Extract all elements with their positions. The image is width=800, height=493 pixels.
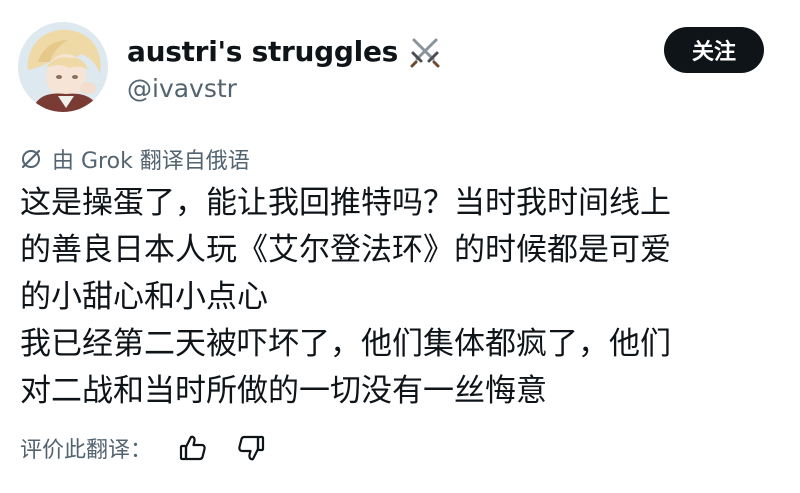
translation-note-text: 由 Grok 翻译自俄语	[52, 149, 250, 174]
translation-note: 由 Grok 翻译自俄语	[20, 143, 250, 175]
avatar-image	[18, 22, 108, 112]
tweet-line: 的善良日本人玩《艾尔登法环》的时候都是可爱	[20, 232, 671, 268]
thumbs-down-icon[interactable]	[236, 433, 266, 463]
grok-icon	[20, 148, 42, 170]
tweet-line: 我已经第二天被吓坏了，他们集体都疯了，他们	[20, 326, 671, 362]
author-name-row[interactable]: austri's struggles	[127, 30, 442, 72]
tweet-line: 的小甜心和小点心	[20, 279, 268, 315]
rating-label: 评价此翻译：	[20, 438, 153, 463]
tweet-text: 这是操蛋了，能让我回推特吗？当时我时间线上 的善良日本人玩《艾尔登法环》的时候都…	[20, 180, 790, 415]
tweet-line: 这是操蛋了，能让我回推特吗？当时我时间线上	[20, 185, 671, 221]
avatar[interactable]	[18, 22, 108, 112]
crossed-swords-icon	[408, 34, 442, 68]
translation-rating: 评价此翻译：	[20, 432, 266, 464]
author-display-name[interactable]: austri's struggles	[127, 35, 398, 68]
author-handle[interactable]: @ivavstr	[127, 74, 237, 103]
tweet-line: 对二战和当时所做的一切没有一丝悔意	[20, 373, 547, 409]
thumbs-up-icon[interactable]	[178, 433, 208, 463]
follow-button[interactable]: 关注	[664, 27, 764, 73]
